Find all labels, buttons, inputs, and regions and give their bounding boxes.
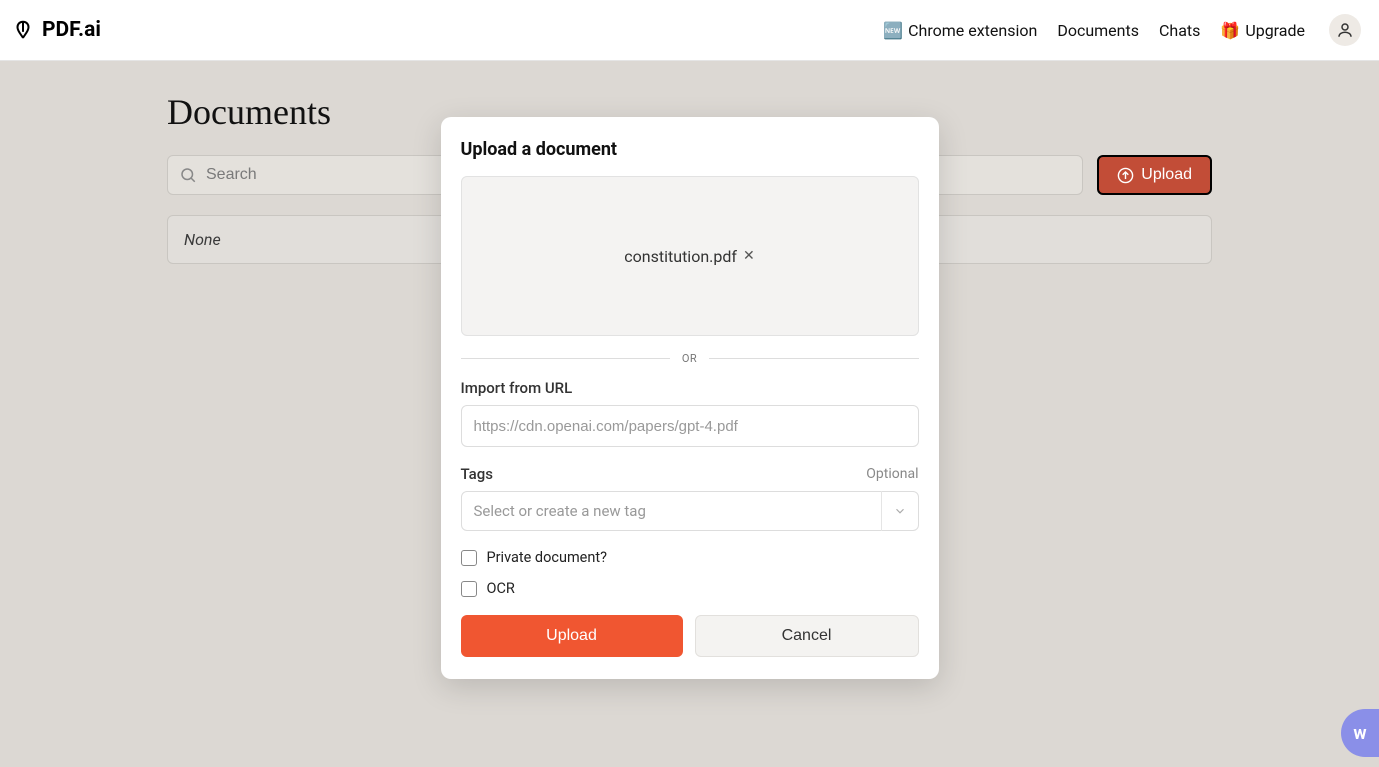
modal-title: Upload a document	[461, 139, 919, 160]
divider-line	[709, 358, 918, 359]
ocr-label: OCR	[487, 580, 515, 597]
divider-line	[461, 358, 670, 359]
or-divider: OR	[461, 352, 919, 365]
chevron-down-icon	[881, 491, 919, 531]
private-checkbox-row[interactable]: Private document?	[461, 549, 919, 566]
or-label: OR	[682, 352, 697, 365]
tags-label: Tags	[461, 465, 493, 483]
remove-file-icon[interactable]: ✕	[743, 249, 755, 263]
widget-label: w	[1353, 723, 1366, 744]
optional-label: Optional	[866, 466, 918, 482]
modal-cancel-button[interactable]: Cancel	[695, 615, 919, 657]
ocr-checkbox[interactable]	[461, 581, 477, 597]
modal-cancel-label: Cancel	[782, 627, 832, 644]
tags-placeholder: Select or create a new tag	[461, 491, 919, 531]
ocr-checkbox-row[interactable]: OCR	[461, 580, 919, 597]
private-label: Private document?	[487, 549, 607, 566]
file-chip: constitution.pdf ✕	[624, 247, 754, 266]
modal-actions: Upload Cancel	[461, 615, 919, 657]
private-checkbox[interactable]	[461, 550, 477, 566]
url-label: Import from URL	[461, 379, 919, 397]
file-name: constitution.pdf	[624, 247, 737, 266]
upload-modal: Upload a document constitution.pdf ✕ OR …	[441, 117, 939, 679]
file-dropzone[interactable]: constitution.pdf ✕	[461, 176, 919, 336]
tags-select[interactable]: Select or create a new tag	[461, 491, 919, 531]
modal-upload-button[interactable]: Upload	[461, 615, 683, 657]
modal-upload-label: Upload	[546, 627, 597, 644]
url-input[interactable]	[461, 405, 919, 447]
